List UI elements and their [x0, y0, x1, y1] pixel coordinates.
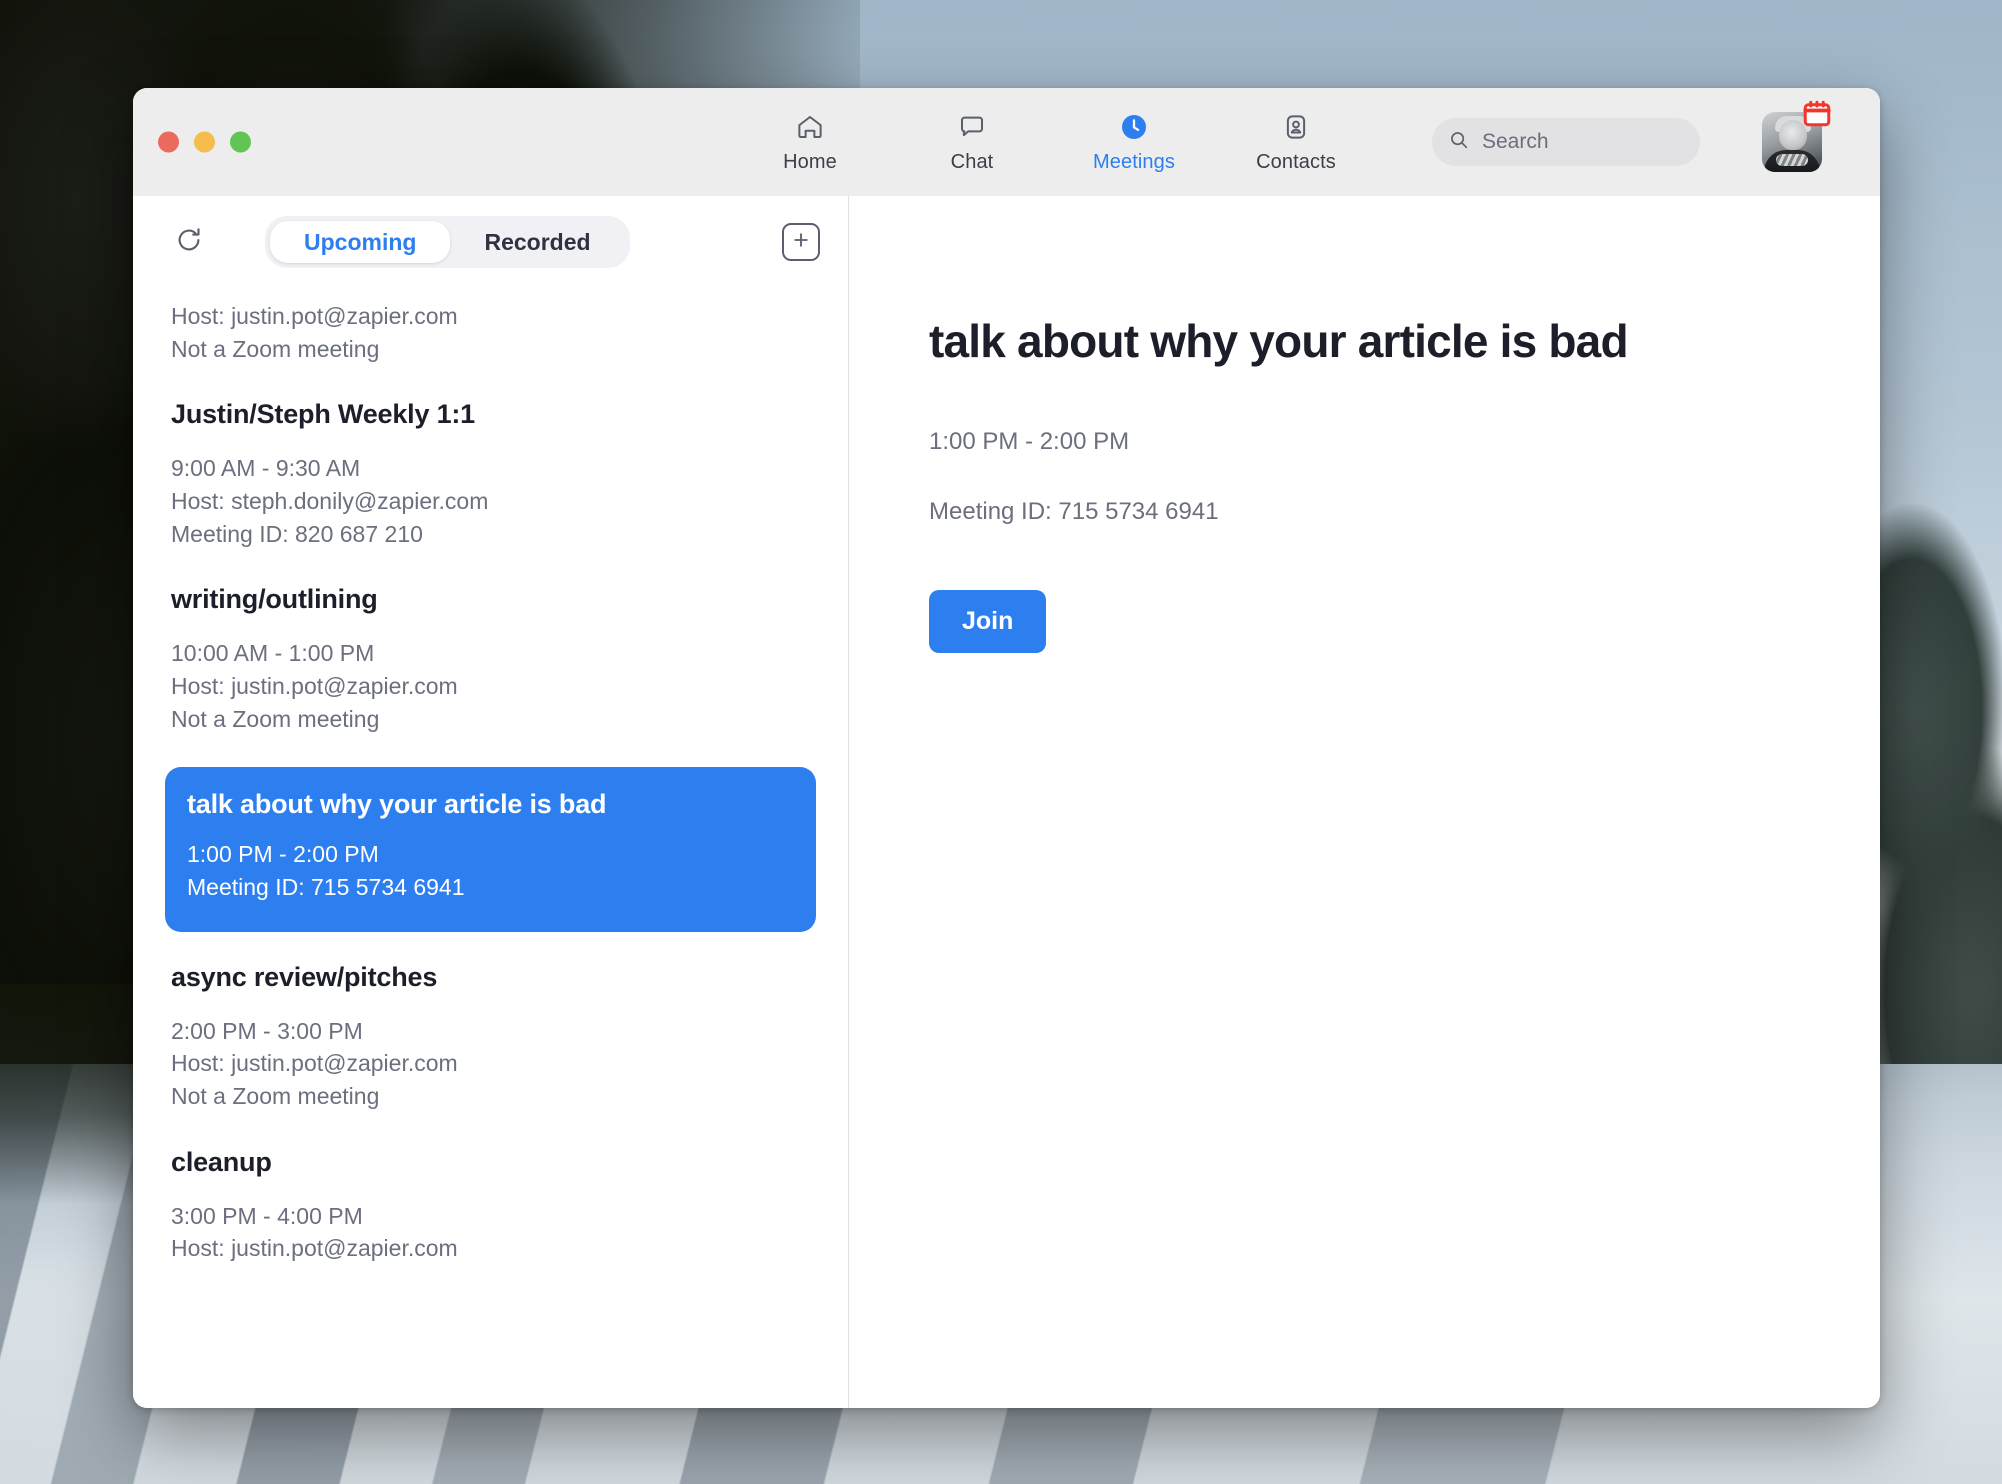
meeting-item-detail-line: 2:00 PM - 3:00 PM	[171, 1017, 363, 1044]
meeting-item-detail-line: Host: justin.pot@zapier.com	[171, 1235, 458, 1262]
nav-label-meetings: Meetings	[1093, 151, 1175, 173]
main-navigation: Home Chat Meetings Contacts	[758, 88, 1348, 196]
search-input[interactable]	[1482, 130, 1684, 154]
meeting-item-title: cleanup	[171, 1146, 272, 1177]
nav-item-contacts[interactable]: Contacts	[1244, 110, 1348, 174]
meeting-item-detail-line: Meeting ID: 820 687 210	[171, 520, 423, 547]
meeting-item-title: async review/pitches	[171, 961, 438, 992]
chat-icon	[957, 110, 987, 144]
tab-upcoming[interactable]: Upcoming	[270, 221, 451, 263]
meeting-list-item[interactable]: async review/pitches 2:00 PM - 3:00 PM Hos…	[171, 950, 810, 1135]
meeting-item-detail-line: Not a Zoom meeting	[171, 335, 380, 362]
window-body: Upcoming Recorded Host: justin.pot@zapie…	[133, 196, 1880, 1408]
join-button[interactable]: Join	[929, 590, 1047, 653]
nav-item-chat[interactable]: Chat	[920, 110, 1024, 174]
add-meeting-button[interactable]	[782, 223, 820, 261]
avatar-scarf	[1776, 154, 1808, 166]
meeting-item-detail-line: Host: justin.pot@zapier.com	[171, 303, 458, 329]
tab-recorded[interactable]: Recorded	[450, 221, 624, 263]
meeting-item-detail-line: 1:00 PM - 2:00 PM	[187, 841, 379, 868]
window-titlebar: Home Chat Meetings Contacts Search	[133, 88, 1880, 196]
minimize-button[interactable]	[194, 131, 215, 153]
meeting-list-item[interactable]: talk about why your article is bad 1:00 P…	[165, 767, 816, 932]
meeting-item-detail-line: 9:00 AM - 9:30 AM	[171, 455, 361, 482]
traffic-light-controls	[158, 131, 251, 153]
meeting-item-detail-line: Host: justin.pot@zapier.com	[171, 672, 458, 699]
meeting-item-title: writing/outlining	[171, 584, 378, 615]
home-icon	[795, 110, 825, 144]
meeting-item-details: Host: justin.pot@zapier.com Not a Zoom me…	[171, 300, 810, 365]
meeting-item-details: 3:00 PM - 4:00 PM Host: justin.pot@zapier…	[171, 1200, 810, 1265]
meeting-list-item[interactable]: writing/outlining 10:00 AM - 1:00 PM Host:…	[171, 572, 810, 757]
meeting-item-detail-line: Not a Zoom meeting	[171, 705, 380, 732]
meeting-item-detail-line: 10:00 AM - 1:00 PM	[171, 640, 375, 667]
plus-icon	[791, 230, 811, 255]
contacts-icon	[1281, 110, 1311, 144]
meeting-detail-id: Meeting ID: 715 5734 6941	[929, 498, 1219, 525]
nav-label-contacts: Contacts	[1256, 151, 1336, 173]
refresh-icon	[174, 225, 204, 260]
meeting-item-details: 1:00 PM - 2:00 PM Meeting ID: 715 5734 69…	[187, 838, 794, 903]
sidebar-toolbar: Upcoming Recorded	[133, 196, 848, 288]
zoom-button[interactable]	[230, 131, 251, 153]
meeting-detail-panel: talk about why your article is bad 1:00 …	[849, 196, 1880, 1408]
nav-item-home[interactable]: Home	[758, 110, 862, 174]
zoom-app-window: Home Chat Meetings Contacts Search Upcom…	[133, 88, 1880, 1408]
meeting-detail-time: 1:00 PM - 2:00 PM	[929, 428, 1130, 455]
meeting-item-details: 2:00 PM - 3:00 PM Host: justin.pot@zapier…	[171, 1015, 810, 1113]
meeting-item-title: Justin/Steph Weekly 1:1	[171, 399, 476, 430]
meeting-item-detail-line: Not a Zoom meeting	[171, 1082, 380, 1109]
meetings-sidebar: Upcoming Recorded Host: justin.pot@zapie…	[133, 196, 849, 1408]
meeting-item-detail-line: Host: steph.donily@zapier.com	[171, 487, 489, 514]
meeting-list-item[interactable]: Host: justin.pot@zapier.com Not a Zoom me…	[171, 288, 810, 387]
close-button[interactable]	[158, 131, 179, 153]
meeting-item-detail-line: 3:00 PM - 4:00 PM	[171, 1202, 363, 1229]
search-icon	[1448, 129, 1470, 156]
meeting-item-details: 9:00 AM - 9:30 AM Host: steph.donily@zapi…	[171, 452, 810, 550]
calendar-badge-icon	[1802, 100, 1832, 128]
meeting-item-title: talk about why your article is bad	[187, 789, 607, 820]
meeting-detail-title: talk about why your article is bad	[929, 315, 1629, 367]
meeting-item-detail-line: Host: justin.pot@zapier.com	[171, 1050, 458, 1077]
nav-label-home: Home	[783, 151, 837, 173]
meeting-item-detail-line: Meeting ID: 715 5734 6941	[187, 873, 465, 900]
clock-icon	[1118, 110, 1150, 144]
nav-label-chat: Chat	[950, 151, 994, 173]
meeting-list[interactable]: Host: justin.pot@zapier.com Not a Zoom me…	[133, 288, 848, 1408]
nav-item-meetings[interactable]: Meetings	[1082, 110, 1186, 174]
avatar[interactable]	[1762, 100, 1831, 172]
meeting-list-item[interactable]: Justin/Steph Weekly 1:1 9:00 AM - 9:30 AM…	[171, 387, 810, 572]
search-box[interactable]	[1432, 118, 1700, 166]
desktop-wallpaper: Home Chat Meetings Contacts Search Upcom…	[0, 0, 2002, 1484]
refresh-button[interactable]	[171, 224, 207, 260]
meeting-item-details: 10:00 AM - 1:00 PM Host: justin.pot@zapie…	[171, 637, 810, 735]
meetings-tab-switcher: Upcoming Recorded	[265, 216, 630, 268]
meeting-list-item[interactable]: cleanup 3:00 PM - 4:00 PM Host: justin.pot…	[171, 1135, 810, 1287]
